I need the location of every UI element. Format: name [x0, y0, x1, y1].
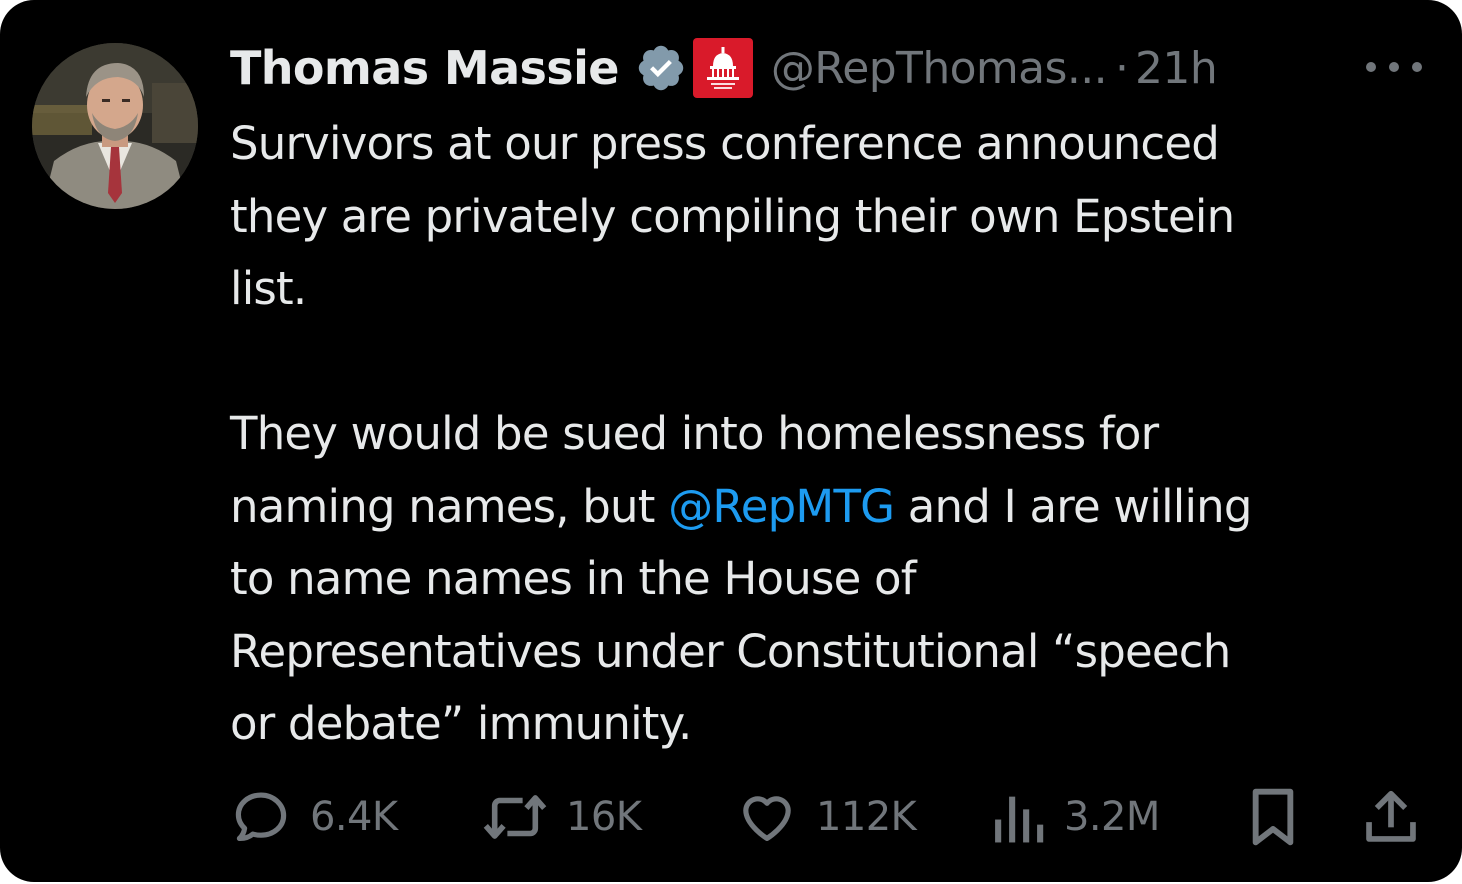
header-separator: ·	[1115, 42, 1130, 94]
author-avatar[interactable]	[32, 43, 198, 209]
tweet-text: Survivors at our press conference announ…	[230, 108, 1420, 761]
tweet-text-line: They would be sued into homelessness for	[230, 407, 1159, 460]
tweet-timestamp[interactable]: 21h	[1135, 43, 1218, 94]
capitol-dome-gop-badge-icon[interactable]	[692, 38, 753, 98]
share-upload-icon	[1360, 786, 1422, 848]
bar-chart-icon	[990, 786, 1046, 848]
tweet-text-segment: and I are willing	[894, 479, 1253, 533]
tweet-text-segment: naming names, but	[230, 479, 669, 533]
tweet-text-line: to name names in the House of	[230, 552, 917, 605]
reply-button[interactable]: 6.4K	[230, 782, 398, 852]
tweet-action-bar: 6.4K 16K 112K 3.2M	[0, 782, 1462, 852]
repost-count: 16K	[566, 794, 642, 840]
tweet-card[interactable]: Thomas Massie @RepThomas... · 21h Surviv…	[0, 0, 1462, 882]
views-button[interactable]: 3.2M	[990, 782, 1160, 852]
share-button[interactable]	[1360, 782, 1422, 852]
more-dots-icon[interactable]	[1366, 56, 1422, 78]
tweet-text-line: naming names, but @RepMTG and I are will…	[230, 471, 1420, 544]
tweet-text-line: they are privately compiling their own E…	[230, 189, 1235, 243]
reply-count: 6.4K	[310, 794, 398, 840]
like-button[interactable]: 112K	[736, 782, 917, 852]
author-handle[interactable]: @RepThomas...	[771, 43, 1108, 94]
heart-icon	[736, 786, 798, 848]
like-count: 112K	[816, 794, 917, 840]
speech-bubble-icon	[230, 786, 292, 848]
paragraph-break	[230, 326, 1420, 399]
verified-check-icon[interactable]	[635, 42, 687, 94]
avatar-photo	[32, 43, 198, 209]
author-display-name[interactable]: Thomas Massie	[230, 41, 619, 95]
repost-button[interactable]: 16K	[482, 782, 642, 852]
views-count: 3.2M	[1064, 794, 1160, 840]
tweet-text-line: Survivors at our press conference announ…	[230, 117, 1220, 170]
repost-arrows-icon	[482, 786, 548, 848]
bookmark-button[interactable]	[1246, 782, 1300, 852]
tweet-text-line: or debate” immunity.	[230, 697, 692, 750]
bookmark-icon	[1246, 785, 1300, 849]
mention-link[interactable]: @RepMTG	[668, 480, 895, 533]
tweet-text-line: Representatives under Constitutional “sp…	[230, 624, 1231, 678]
tweet-text-line: list.	[230, 262, 307, 315]
tweet-header: Thomas Massie @RepThomas... · 21h	[230, 36, 1218, 100]
